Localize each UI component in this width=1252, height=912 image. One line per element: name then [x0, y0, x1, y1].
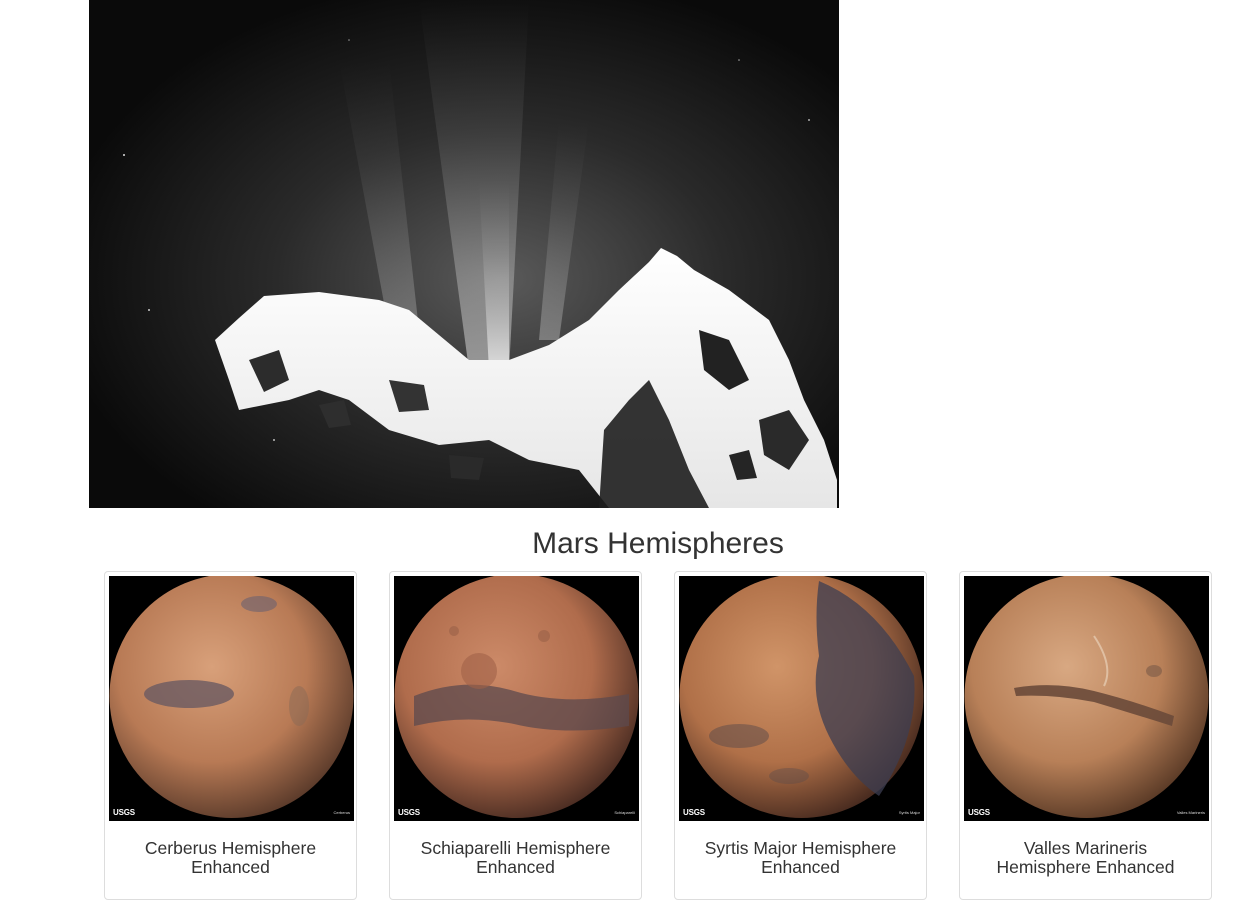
- page: Mars Hemispheres USGS Cerberus Cerberus …: [0, 0, 1252, 912]
- mars-globe-icon: [679, 576, 924, 818]
- mars-globe-icon: [964, 576, 1209, 818]
- usgs-logo: USGS: [113, 808, 135, 817]
- hemisphere-title[interactable]: Cerberus Hemisphere Enhanced: [105, 839, 356, 877]
- hemisphere-tag: Cerberus: [333, 810, 350, 815]
- hemisphere-card-schiaparelli[interactable]: USGS Schiaparelli Schiaparelli Hemispher…: [389, 571, 642, 900]
- comet-image: [89, 0, 839, 508]
- usgs-logo: USGS: [398, 808, 420, 817]
- hemisphere-title[interactable]: Valles Marineris Hemisphere Enhanced: [960, 839, 1211, 877]
- hemisphere-thumbnail[interactable]: USGS Syrtis Major: [679, 576, 924, 821]
- mars-globe-icon: [394, 576, 639, 818]
- hemisphere-tag: Syrtis Major: [898, 810, 920, 815]
- hemisphere-thumbnail[interactable]: USGS Valles Marineris: [964, 576, 1209, 821]
- hemisphere-thumbnail[interactable]: USGS Cerberus: [109, 576, 354, 821]
- hemisphere-thumbnail[interactable]: USGS Schiaparelli: [394, 576, 639, 821]
- hemisphere-card-cerberus[interactable]: USGS Cerberus Cerberus Hemisphere Enhanc…: [104, 571, 357, 900]
- hemisphere-title[interactable]: Schiaparelli Hemisphere Enhanced: [390, 839, 641, 877]
- section-title: Mars Hemispheres: [532, 527, 784, 560]
- featured-image[interactable]: [89, 0, 839, 508]
- hemisphere-title[interactable]: Syrtis Major Hemisphere Enhanced: [675, 839, 926, 877]
- usgs-logo: USGS: [683, 808, 705, 817]
- hemisphere-tag: Valles Marineris: [1176, 810, 1205, 815]
- hemisphere-card-syrtis-major[interactable]: USGS Syrtis Major Syrtis Major Hemispher…: [674, 571, 927, 900]
- hemisphere-card-valles-marineris[interactable]: USGS Valles Marineris Valles Marineris H…: [959, 571, 1212, 900]
- usgs-logo: USGS: [968, 808, 990, 817]
- mars-globe-icon: [109, 576, 354, 818]
- hemisphere-tag: Schiaparelli: [614, 810, 635, 815]
- hemisphere-cards: USGS Cerberus Cerberus Hemisphere Enhanc…: [104, 571, 1214, 902]
